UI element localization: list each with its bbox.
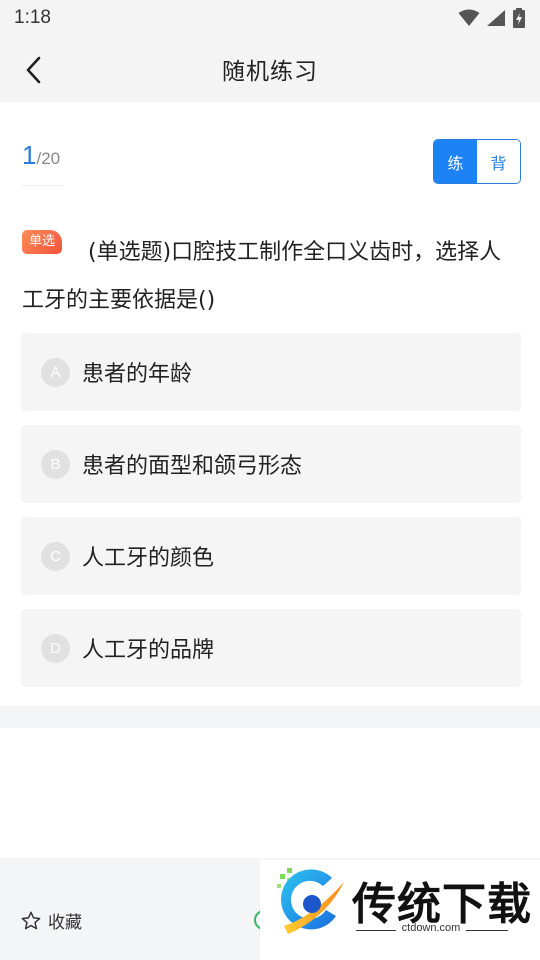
option-b[interactable]: B 患者的面型和颌弓形态 [21,425,521,503]
favorite-button[interactable]: 收藏 [20,908,82,933]
progress-total: /20 [36,149,61,168]
option-letter: C [41,541,70,571]
options-list: A 患者的年龄 B 患者的面型和颌弓形态 C 人工牙的颜色 D 人工牙的品牌 [21,333,521,701]
question-progress: 1/20 [22,140,64,186]
option-text: 人工牙的品牌 [82,638,215,663]
star-outline-icon [21,911,41,929]
watermark-url: ctdown.com [401,922,461,934]
question-text: (单选题)口腔技工制作全口义齿时，选择人工牙的主要依据是() [22,240,502,313]
battery-charging-icon [513,8,525,28]
option-d[interactable]: D 人工牙的品牌 [21,609,521,687]
watermark: 传统下载 ctdown.com [260,860,540,960]
option-letter: D [41,633,70,663]
signal-icon [487,10,505,26]
status-time: 1:18 [14,7,51,28]
question-type-badge: 单选 [22,230,63,254]
status-bar: 1:18 [0,0,540,36]
favorite-label: 收藏 [48,913,82,933]
progress-current: 1 [22,140,37,170]
option-a[interactable]: A 患者的年龄 [21,333,521,411]
mode-practice-tab[interactable]: 练 [434,140,477,183]
status-icons [458,8,526,28]
option-c[interactable]: C 人工牙的颜色 [21,517,521,595]
option-text: 患者的年龄 [82,362,193,387]
watermark-rule-right [466,930,508,931]
option-letter: A [41,357,70,387]
option-text: 患者的面型和颌弓形态 [82,454,303,479]
nav-bar: 随机练习 [0,36,540,102]
option-text: 人工牙的颜色 [82,546,215,571]
mode-recite-tab[interactable]: 背 [477,140,520,183]
question-stem: 单选 (单选题)口腔技工制作全口义齿时，选择人工牙的主要依据是() [22,229,522,325]
mode-switch: 练 背 [433,139,521,184]
watermark-logo-icon [277,868,344,934]
option-letter: B [41,449,70,479]
wifi-icon [458,9,480,26]
page-title: 随机练习 [222,59,318,85]
section-divider [0,706,540,728]
